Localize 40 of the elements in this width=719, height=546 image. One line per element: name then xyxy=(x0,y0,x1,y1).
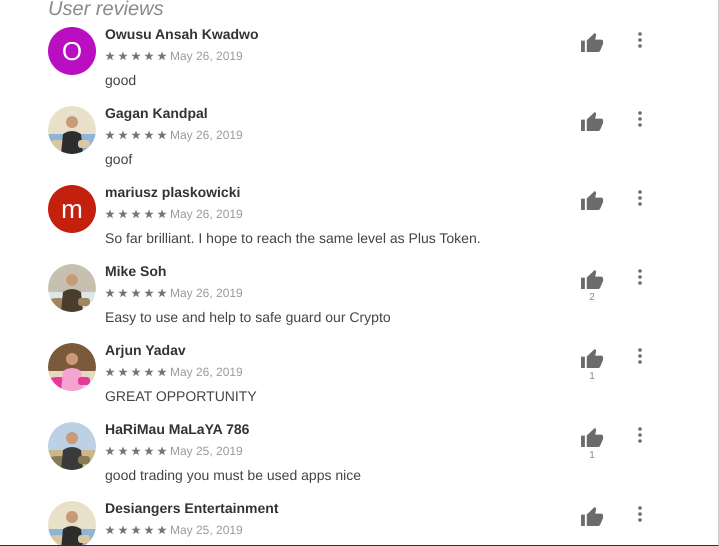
reviewer-name: mariusz plaskowicki xyxy=(105,183,242,201)
reviewer-name: Arjun Yadav xyxy=(105,341,187,359)
review-text: good trading you must be used apps nice xyxy=(105,466,362,484)
review-date: May 26, 2019 xyxy=(170,49,243,63)
more-options-icon[interactable] xyxy=(638,348,642,364)
review-text: So far brilliant. I hope to reach the same level as Plus Token. xyxy=(105,229,482,247)
thumbs-up-icon[interactable] xyxy=(580,111,604,132)
thumbs-up-icon[interactable] xyxy=(580,269,604,290)
review-date: May 25, 2019 xyxy=(170,444,243,458)
reviewer-name: Gagan Kandpal xyxy=(105,104,209,122)
review-date: May 26, 2019 xyxy=(170,365,243,379)
section-title: User reviews xyxy=(48,0,165,20)
more-options-icon[interactable] xyxy=(638,506,642,522)
review-date: May 26, 2019 xyxy=(170,207,243,221)
thumbs-up-icon[interactable] xyxy=(580,190,604,211)
review-date: May 26, 2019 xyxy=(170,286,243,300)
more-options-icon[interactable] xyxy=(638,111,642,127)
thumbs-up-icon[interactable] xyxy=(580,32,604,53)
more-options-icon[interactable] xyxy=(638,32,642,48)
review-date: May 25, 2019 xyxy=(170,523,243,537)
thumbs-up-icon[interactable] xyxy=(580,348,604,369)
review-text: GREAT OPPORTUNITY xyxy=(105,387,258,405)
more-options-icon[interactable] xyxy=(638,269,642,285)
reviewer-name: HaRiMau MaLaYA 786 xyxy=(105,420,250,438)
review-text: goof xyxy=(105,150,134,168)
reviewer-name: Mike Soh xyxy=(105,262,168,280)
reviewer-name: Desiangers Entertainment xyxy=(105,499,280,517)
review-text: good xyxy=(105,71,138,89)
avatar: m xyxy=(48,185,96,233)
more-options-icon[interactable] xyxy=(638,427,642,443)
review-text: Easy to use and help to safe guard our Crypto xyxy=(105,308,392,326)
review-date: May 26, 2019 xyxy=(170,128,243,142)
reviewer-name: Owusu Ansah Kwadwo xyxy=(105,25,260,43)
like-count: 2 xyxy=(589,292,595,303)
like-count: 1 xyxy=(589,371,595,382)
more-options-icon[interactable] xyxy=(638,190,642,206)
like-count: 1 xyxy=(589,450,595,461)
thumbs-up-icon[interactable] xyxy=(580,427,604,448)
thumbs-up-icon[interactable] xyxy=(580,506,604,527)
avatar: O xyxy=(48,27,96,75)
